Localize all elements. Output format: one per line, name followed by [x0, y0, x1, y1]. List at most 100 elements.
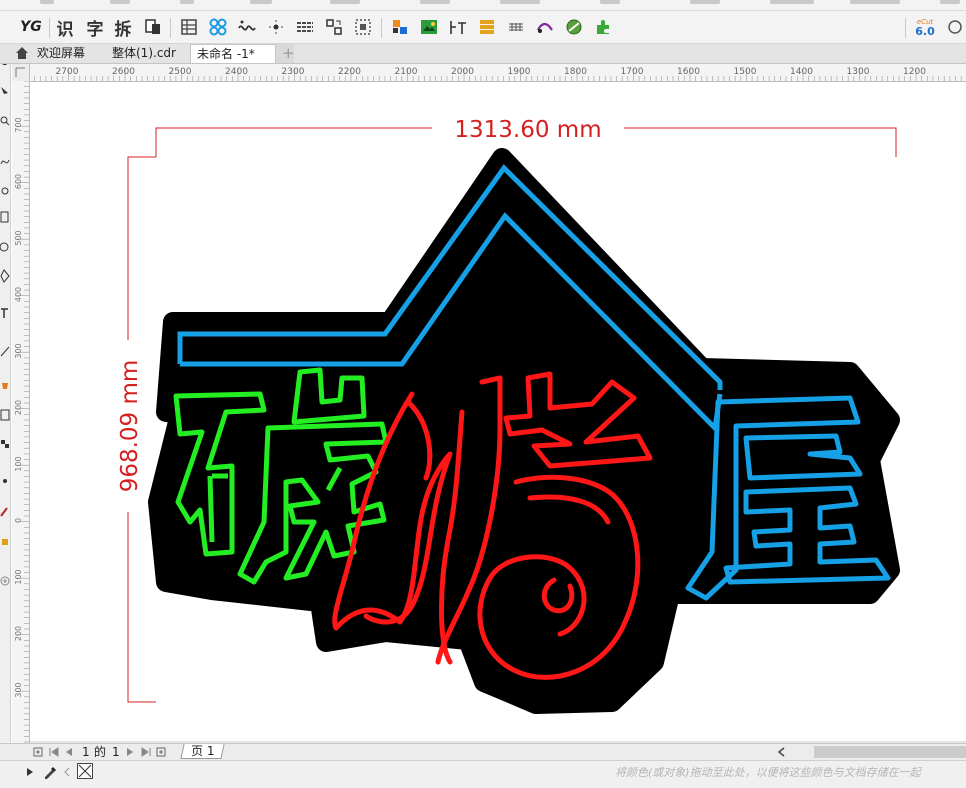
- lines-button[interactable]: [294, 16, 316, 38]
- first-page-button[interactable]: [48, 744, 60, 760]
- color-blocks-button[interactable]: [389, 16, 411, 38]
- table-icon: [181, 19, 197, 35]
- home-icon: [16, 47, 28, 59]
- dropper-tool[interactable]: [0, 474, 10, 488]
- connector-tool[interactable]: [0, 344, 10, 358]
- palette-drop-hint: 将颜色(或对象)拖动至此处，以便将这些颜色与文档存储在一起: [615, 766, 921, 779]
- transparency-tool[interactable]: [0, 408, 10, 422]
- vruler-label: 100: [14, 569, 23, 584]
- horizontal-scrollbar-thumb[interactable]: [814, 746, 966, 758]
- tab-zhengti-label: 整体(1).cdr: [112, 46, 176, 60]
- globe-button[interactable]: [563, 16, 585, 38]
- dimension-height-label: 968.09 mm: [117, 360, 143, 493]
- table-button[interactable]: [178, 16, 200, 38]
- align-icon: [326, 19, 342, 35]
- next-page-button[interactable]: [125, 744, 135, 760]
- checker-tool[interactable]: [0, 438, 10, 452]
- page-tab-1[interactable]: 页 1: [180, 744, 226, 759]
- vruler-label: 400: [14, 287, 23, 302]
- smart-tool[interactable]: [0, 184, 10, 198]
- polygon-icon: [0, 269, 10, 283]
- eyedropper-button[interactable]: [42, 764, 58, 780]
- documents-icon: [145, 19, 160, 34]
- prev-page-icon: [66, 748, 72, 756]
- grid-icon: [509, 23, 523, 31]
- hruler-label: 1500: [734, 67, 757, 77]
- hruler-label: 1200: [903, 67, 926, 77]
- add-tool[interactable]: [0, 574, 10, 588]
- page-plus-icon: [33, 747, 43, 757]
- split-button[interactable]: 拆: [112, 16, 134, 40]
- zoom-tool[interactable]: [0, 114, 10, 128]
- tab-untitled[interactable]: 未命名 -1*: [190, 44, 276, 63]
- select-button[interactable]: [352, 16, 374, 38]
- select-icon: [355, 19, 371, 35]
- drawing-canvas[interactable]: 1313.60 mm 968.09 mm: [30, 82, 966, 743]
- ellipse-tool[interactable]: [0, 240, 10, 254]
- rectangle-tool[interactable]: [0, 210, 10, 224]
- vruler-label: 500: [14, 230, 23, 245]
- align-button[interactable]: [323, 16, 345, 38]
- tab-welcome[interactable]: 欢迎屏幕: [31, 44, 91, 63]
- yg-logo-button[interactable]: YG: [18, 16, 44, 38]
- page-add-before[interactable]: [33, 744, 45, 760]
- grid-button[interactable]: [505, 16, 527, 38]
- no-color-swatch[interactable]: [77, 763, 93, 779]
- image-button[interactable]: [418, 16, 440, 38]
- last-page-button[interactable]: [140, 744, 152, 760]
- shape-tool[interactable]: [0, 84, 10, 98]
- chevron-left-icon: [64, 767, 70, 777]
- hruler-label: 1300: [847, 67, 870, 77]
- prev-page-button[interactable]: [64, 744, 74, 760]
- split-label: 拆: [114, 19, 132, 40]
- page-navigator: 1 的 1 页 1: [0, 743, 966, 760]
- recognize-label: 识: [56, 19, 74, 40]
- yg-label: YG: [20, 19, 42, 35]
- tab-welcome-label: 欢迎屏幕: [37, 46, 86, 60]
- wave-button[interactable]: [236, 16, 258, 38]
- plugin-button[interactable]: [592, 16, 614, 38]
- char-button[interactable]: 字: [84, 16, 106, 40]
- hruler-label: 2700: [56, 67, 79, 77]
- horizontal-ruler[interactable]: 2700 2600 2500 2400 2300 2200 2100 2000 1900 1800…: [12, 64, 966, 82]
- vruler-label: 300: [14, 343, 23, 358]
- connector-icon: [0, 346, 10, 357]
- add-tab-button[interactable]: +: [276, 44, 295, 63]
- toolbox: [0, 44, 11, 760]
- scroll-left-button[interactable]: [776, 744, 788, 760]
- interactive-fill-tool[interactable]: [0, 534, 10, 548]
- vruler-label: 200: [14, 400, 23, 415]
- copy-doc-button[interactable]: [142, 16, 164, 38]
- fill-tool[interactable]: [0, 377, 10, 391]
- vruler-ticks: 700 600 500 400 300 200 100 0 100 200 300: [14, 81, 29, 743]
- outline-tool[interactable]: [0, 504, 10, 518]
- blend-button[interactable]: [534, 16, 556, 38]
- first-page-icon: [49, 747, 59, 757]
- dimension-icon: [450, 21, 466, 34]
- image-icon: [421, 20, 437, 34]
- ruler-origin[interactable]: [12, 64, 30, 82]
- hruler-label: 2300: [282, 67, 305, 77]
- hruler-label: 1800: [564, 67, 587, 77]
- origin-icon: [15, 67, 25, 77]
- palette-scroll-left[interactable]: [62, 765, 72, 779]
- checker-icon: [1, 440, 9, 448]
- nodes-button[interactable]: [265, 16, 287, 38]
- freehand-tool[interactable]: [0, 154, 10, 168]
- list-button[interactable]: [476, 16, 498, 38]
- ecut-button[interactable]: eCut 6.0: [912, 16, 938, 38]
- palette-menu-button[interactable]: [24, 765, 36, 779]
- text-tool[interactable]: [0, 306, 10, 320]
- wave-icon: [238, 20, 256, 31]
- more-button[interactable]: [944, 16, 966, 38]
- polygon-tool[interactable]: [0, 269, 10, 283]
- page-add-after[interactable]: [156, 744, 168, 760]
- vertical-ruler[interactable]: 700 600 500 400 300 200 100 0 100 200 300: [12, 81, 30, 743]
- page-of: 的: [94, 745, 107, 759]
- dimension-button[interactable]: [447, 16, 469, 38]
- recognize-button[interactable]: 识: [54, 16, 76, 40]
- tab-zhengti[interactable]: 整体(1).cdr: [106, 44, 182, 63]
- pattern-button[interactable]: [207, 16, 229, 38]
- color-blocks-icon: [393, 20, 407, 34]
- shape-icon: [1, 87, 8, 94]
